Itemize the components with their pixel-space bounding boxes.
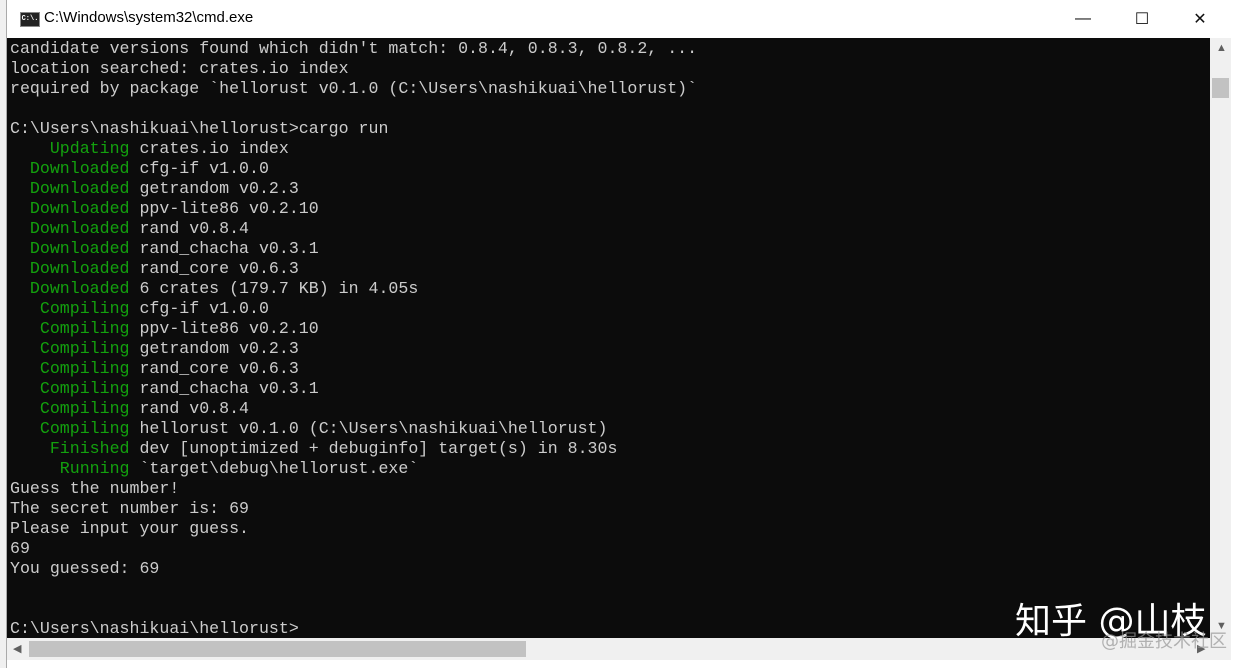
console-line: Downloaded rand_chacha v0.3.1 — [10, 239, 697, 259]
line-text: candidate versions found which didn't ma… — [10, 39, 698, 58]
console-line: Downloaded rand_core v0.6.3 — [10, 259, 697, 279]
console-line: Compiling rand_chacha v0.3.1 — [10, 379, 697, 399]
console-line: Please input your guess. — [10, 519, 697, 539]
line-text: rand_core v0.6.3 — [129, 259, 299, 278]
status-label: Downloaded — [10, 219, 130, 238]
console-line: candidate versions found which didn't ma… — [10, 39, 697, 59]
line-text: Guess the number! — [10, 479, 180, 498]
console-line: C:\Users\nashikuai\hellorust>cargo run — [10, 119, 697, 139]
console-output[interactable]: candidate versions found which didn't ma… — [7, 38, 1210, 638]
status-label: Downloaded — [10, 279, 130, 298]
line-text: rand v0.8.4 — [129, 399, 249, 418]
watermark-secondary: @掘金技术社区 — [1101, 631, 1227, 652]
console-line: 69 — [10, 539, 697, 559]
line-text: ppv-lite86 v0.2.10 — [129, 199, 319, 218]
status-label: Compiling — [10, 359, 130, 378]
status-label: Compiling — [10, 299, 130, 318]
line-text: `target\debug\hellorust.exe` — [129, 459, 419, 478]
scroll-left-icon[interactable]: ◀ — [13, 642, 21, 655]
console-line: Finished dev [unoptimized + debuginfo] t… — [10, 439, 697, 459]
console-line: Compiling hellorust v0.1.0 (C:\Users\nas… — [10, 419, 697, 439]
line-text: rand_chacha v0.3.1 — [129, 379, 319, 398]
close-button[interactable]: ✕ — [1177, 0, 1223, 38]
cmd-window: C:\. C:\Windows\system32\cmd.exe — ☐ ✕ c… — [6, 0, 1239, 668]
console-line: Downloaded getrandom v0.2.3 — [10, 179, 697, 199]
console-line: Downloaded rand v0.8.4 — [10, 219, 697, 239]
line-text: You guessed: 69 — [10, 559, 160, 578]
line-text: ppv-lite86 v0.2.10 — [129, 319, 319, 338]
console-line: Downloaded cfg-if v1.0.0 — [10, 159, 697, 179]
title-bar[interactable]: C:\. C:\Windows\system32\cmd.exe — ☐ ✕ — [7, 0, 1239, 38]
console-lines: candidate versions found which didn't ma… — [10, 39, 697, 638]
line-text: C:\Users\nashikuai\hellorust> — [10, 619, 299, 638]
window-title: C:\Windows\system32\cmd.exe — [44, 9, 254, 26]
console-line: Compiling cfg-if v1.0.0 — [10, 299, 697, 319]
console-line: Running `target\debug\hellorust.exe` — [10, 459, 697, 479]
line-text: required by package `hellorust v0.1.0 (C… — [10, 79, 698, 98]
console-line: Compiling getrandom v0.2.3 — [10, 339, 697, 359]
status-label: Downloaded — [10, 199, 130, 218]
line-text: getrandom v0.2.3 — [129, 179, 299, 198]
line-text: cfg-if v1.0.0 — [129, 299, 269, 318]
status-label: Compiling — [10, 339, 130, 358]
console-line: Compiling ppv-lite86 v0.2.10 — [10, 319, 697, 339]
console-line: Downloaded 6 crates (179.7 KB) in 4.05s — [10, 279, 697, 299]
line-text: getrandom v0.2.3 — [129, 339, 299, 358]
status-label: Finished — [10, 439, 130, 458]
console-line: Updating crates.io index — [10, 139, 697, 159]
line-text: 69 — [10, 539, 30, 558]
line-text: C:\Users\nashikuai\hellorust>cargo run — [10, 119, 389, 138]
line-text: rand_core v0.6.3 — [129, 359, 299, 378]
console-line: Compiling rand v0.8.4 — [10, 399, 697, 419]
minimize-button[interactable]: — — [1060, 0, 1106, 38]
cmd-icon: C:\. — [20, 12, 40, 27]
line-text: rand_chacha v0.3.1 — [129, 239, 319, 258]
console-line: required by package `hellorust v0.1.0 (C… — [10, 79, 697, 99]
vertical-scroll-thumb[interactable] — [1212, 78, 1229, 98]
console-line: Downloaded ppv-lite86 v0.2.10 — [10, 199, 697, 219]
line-text: location searched: crates.io index — [10, 59, 349, 78]
console-line: Compiling rand_core v0.6.3 — [10, 359, 697, 379]
console-line: C:\Users\nashikuai\hellorust> — [10, 619, 697, 638]
horizontal-scroll-thumb[interactable] — [29, 641, 526, 657]
line-text: The secret number is: 69 — [10, 499, 249, 518]
maximize-button[interactable]: ☐ — [1119, 0, 1165, 38]
console-line: You guessed: 69 — [10, 559, 697, 579]
status-label: Downloaded — [10, 159, 130, 178]
console-line: Guess the number! — [10, 479, 697, 499]
line-text: 6 crates (179.7 KB) in 4.05s — [129, 279, 419, 298]
status-label: Updating — [10, 139, 130, 158]
status-label: Compiling — [10, 319, 130, 338]
line-text: dev [unoptimized + debuginfo] target(s) … — [129, 439, 618, 458]
status-label: Compiling — [10, 379, 130, 398]
console-line: The secret number is: 69 — [10, 499, 697, 519]
status-label: Downloaded — [10, 259, 130, 278]
status-label: Running — [10, 459, 130, 478]
line-text: crates.io index — [129, 139, 289, 158]
scroll-up-icon[interactable]: ▲ — [1216, 42, 1227, 54]
line-text: hellorust v0.1.0 (C:\Users\nashikuai\hel… — [129, 419, 608, 438]
line-text: Please input your guess. — [10, 519, 249, 538]
line-text: cfg-if v1.0.0 — [129, 159, 269, 178]
status-label: Downloaded — [10, 179, 130, 198]
console-line: location searched: crates.io index — [10, 59, 697, 79]
line-text: rand v0.8.4 — [129, 219, 249, 238]
status-label: Downloaded — [10, 239, 130, 258]
status-label: Compiling — [10, 399, 130, 418]
vertical-scrollbar[interactable]: ▲ ▼ — [1210, 38, 1231, 638]
status-label: Compiling — [10, 419, 130, 438]
